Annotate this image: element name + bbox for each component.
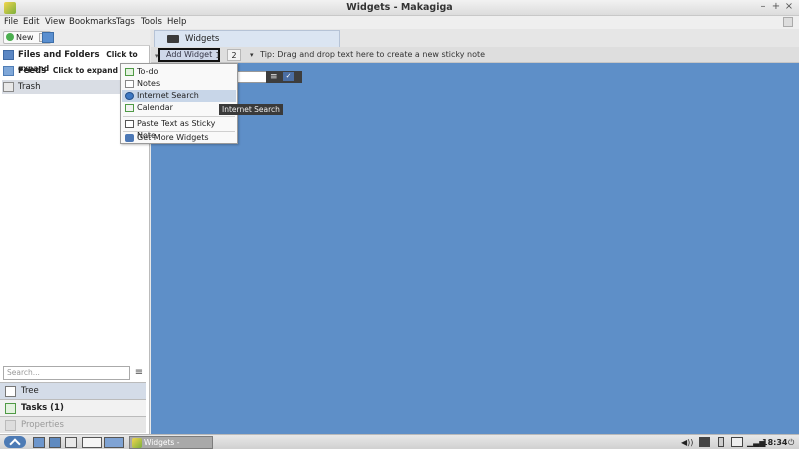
menu-item-label: Internet Search xyxy=(137,91,199,100)
internet-search-input[interactable] xyxy=(237,71,267,83)
menu-item-get-more-widgets[interactable]: Get More Widgets xyxy=(122,132,236,144)
menu-item-internet-search[interactable]: Internet Search xyxy=(122,90,236,102)
menu-item-label: Get More Widgets xyxy=(137,133,209,142)
new-button-label: New xyxy=(16,33,34,42)
menu-separator xyxy=(123,116,235,117)
tip-label: Tip: Drag and drop text here to create a… xyxy=(260,50,486,59)
power-icon[interactable]: ⏻ xyxy=(788,437,794,448)
plus-icon xyxy=(6,33,14,41)
search-menu-icon[interactable]: ≡ xyxy=(133,367,145,379)
menu-help[interactable]: Help xyxy=(167,17,186,27)
close-button[interactable]: × xyxy=(784,1,794,12)
volume-icon[interactable]: ◀)) xyxy=(681,437,693,448)
restore-icon[interactable] xyxy=(783,17,793,27)
menu-bookmarks[interactable]: Bookmarks xyxy=(69,17,117,27)
workspace-2-icon[interactable] xyxy=(104,437,124,448)
trash-icon xyxy=(3,82,14,92)
page-2-button[interactable]: 2 xyxy=(227,49,241,61)
chevron-down-icon: ▾ xyxy=(155,52,159,60)
widgets-area[interactable]: Widgets ▾ Add Widget 1 2 ▾ Tip: Drag and… xyxy=(151,29,799,434)
properties-icon xyxy=(5,420,16,431)
tree-item-label: Files and Folders xyxy=(18,50,100,60)
chevron-down-icon[interactable]: ▾ xyxy=(250,51,254,59)
tip-text: ▾ Tip: Drag and drop text here to create… xyxy=(250,49,485,61)
workspace-1-icon[interactable] xyxy=(82,437,102,448)
window-titlebar: Widgets - Makagiga – + × xyxy=(0,0,799,16)
menu-item-label: Notes xyxy=(137,79,161,88)
checkbox-icon xyxy=(125,68,134,76)
menu-item-label: Calendar xyxy=(137,103,173,112)
taskbar: Widgets - Makagiga ◀)) ▁▃▅ 18:34 ⏻ xyxy=(0,434,799,449)
tree-icon xyxy=(5,386,16,397)
keyboard-layout-icon[interactable] xyxy=(699,437,710,447)
menu-item-label: To-do xyxy=(137,67,159,76)
add-widget-label: Add Widget xyxy=(166,50,213,59)
file-manager-icon[interactable] xyxy=(33,437,45,448)
feed-icon xyxy=(3,66,14,76)
checkbox-icon xyxy=(5,403,16,414)
tab-widgets-label: Widgets xyxy=(185,34,220,44)
paste-icon xyxy=(125,120,134,128)
start-menu-button[interactable] xyxy=(4,436,26,448)
menubar: File Edit View Bookmarks Tags Tools Help xyxy=(0,16,799,29)
menu-icon[interactable]: ≡ xyxy=(270,71,278,83)
download-icon xyxy=(125,134,134,142)
search-go-icon[interactable]: ✓ xyxy=(283,72,294,81)
tab-properties[interactable]: Properties xyxy=(0,416,146,433)
menu-item-notes[interactable]: Notes xyxy=(122,78,236,90)
taskbar-task-label: Widgets - Makagiga xyxy=(144,438,180,447)
tab-tree[interactable]: Tree xyxy=(0,382,146,399)
browser-icon[interactable] xyxy=(49,437,61,448)
left-search-input[interactable]: Search... xyxy=(3,366,130,380)
folder-icon xyxy=(3,50,14,60)
tab-properties-label: Properties xyxy=(21,420,64,430)
menu-view[interactable]: View xyxy=(45,17,65,27)
network-icon[interactable] xyxy=(731,437,743,447)
globe-icon xyxy=(125,92,134,100)
note-icon xyxy=(125,80,134,88)
menu-tools[interactable]: Tools xyxy=(141,17,162,27)
menu-file[interactable]: File xyxy=(4,17,18,27)
view-options-icon[interactable] xyxy=(42,32,54,43)
makagiga-logo-icon xyxy=(132,438,142,448)
menu-edit[interactable]: Edit xyxy=(23,17,39,27)
widget-toolbar: ▾ Add Widget 1 2 ▾ Tip: Drag and drop te… xyxy=(151,47,799,63)
tree-item-label: Feeds xyxy=(18,66,47,76)
tab-tree-label: Tree xyxy=(21,386,39,396)
maximize-button[interactable]: + xyxy=(771,1,781,12)
menu-item-paste-sticky-note[interactable]: Paste Text as Sticky Note xyxy=(122,118,236,140)
tree-item-label: Trash xyxy=(18,82,41,92)
minimize-button[interactable]: – xyxy=(758,1,768,12)
terminal-icon[interactable] xyxy=(65,437,77,448)
menu-item-todo[interactable]: To-do xyxy=(122,66,236,78)
tooltip: Internet Search xyxy=(219,104,283,115)
left-toolbar: New xyxy=(0,29,150,46)
clock[interactable]: 18:34 xyxy=(762,437,787,448)
tab-tasks[interactable]: Tasks (1) xyxy=(0,399,146,416)
tree-item-files-and-folders[interactable]: Files and Folders Click to expand xyxy=(2,48,148,73)
widgets-icon xyxy=(167,35,179,43)
tab-strip: Widgets xyxy=(151,29,799,48)
page-1-button[interactable]: 1 xyxy=(211,49,225,61)
window-title: Widgets - Makagiga xyxy=(346,2,453,13)
tab-widgets[interactable]: Widgets xyxy=(154,30,340,48)
taskbar-task-makagiga[interactable]: Widgets - Makagiga xyxy=(129,436,213,449)
menu-tags[interactable]: Tags xyxy=(116,17,135,27)
tree-item-hint: Click to expand xyxy=(52,66,118,75)
calendar-icon xyxy=(125,104,134,112)
battery-icon[interactable] xyxy=(718,437,724,447)
internet-search-toolbar: ≡ ✓ xyxy=(266,71,302,83)
tab-tasks-label: Tasks (1) xyxy=(21,403,64,413)
